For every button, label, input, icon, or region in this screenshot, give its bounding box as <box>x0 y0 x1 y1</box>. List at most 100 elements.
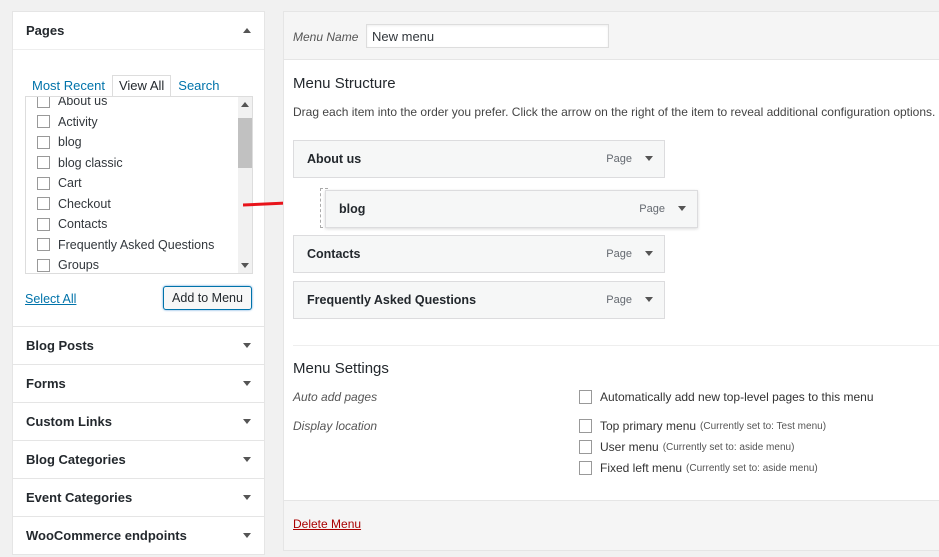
page-checkbox[interactable] <box>37 238 50 252</box>
location-fixed-left[interactable]: Fixed left menu (Currently set to: aside… <box>579 461 818 475</box>
location-checkbox[interactable] <box>579 461 592 475</box>
accordion-event-categories[interactable]: Event Categories <box>12 479 265 517</box>
accordion-title: Custom Links <box>26 414 112 429</box>
location-note: (Currently set to: aside menu) <box>686 462 818 474</box>
menu-name-label: Menu Name <box>293 30 359 44</box>
expand-arrow-icon[interactable] <box>243 343 251 348</box>
page-label: Checkout <box>58 196 111 211</box>
page-checkbox[interactable] <box>37 176 50 190</box>
page-label: Groups <box>58 258 99 273</box>
menu-item-type: Page <box>606 294 632 306</box>
menu-item-blog-dragging[interactable]: blog Page <box>325 190 698 228</box>
page-label: About us <box>58 96 108 109</box>
location-user-menu[interactable]: User menu (Currently set to: aside menu) <box>579 440 794 454</box>
page-checkbox[interactable] <box>37 217 50 231</box>
location-label: Fixed left menu <box>600 461 683 475</box>
accordion-custom-links[interactable]: Custom Links <box>12 403 265 441</box>
page-checkbox[interactable] <box>37 156 50 170</box>
page-label: blog <box>58 135 82 150</box>
pages-checklist: About us Activity blog blog classic Cart… <box>25 96 253 274</box>
scroll-down-icon[interactable] <box>241 263 249 268</box>
accordion-woocommerce-endpoints[interactable]: WooCommerce endpoints <box>12 517 265 555</box>
expand-arrow-icon[interactable] <box>243 457 251 462</box>
item-toggle-arrow-icon[interactable] <box>645 297 653 302</box>
menu-structure-description: Drag each item into the order you prefer… <box>293 105 936 119</box>
list-item[interactable]: Checkout <box>26 194 238 215</box>
menu-settings-title: Menu Settings <box>293 360 389 377</box>
menu-item-faq[interactable]: Frequently Asked Questions Page <box>293 281 665 319</box>
expand-arrow-icon[interactable] <box>243 533 251 538</box>
accordion-title: Event Categories <box>26 490 133 505</box>
add-menu-items-column: Pages Most Recent View All Search About … <box>12 11 265 555</box>
location-note: (Currently set to: aside menu) <box>662 441 795 453</box>
location-label: User menu <box>600 440 659 454</box>
menu-header: Menu Name <box>284 12 939 60</box>
location-checkbox[interactable] <box>579 440 592 454</box>
list-item[interactable]: Activity <box>26 112 238 133</box>
collapse-arrow-icon[interactable] <box>243 28 251 33</box>
accordion-blog-categories[interactable]: Blog Categories <box>12 441 265 479</box>
item-toggle-arrow-icon[interactable] <box>645 156 653 161</box>
tab-view-all[interactable]: View All <box>111 75 172 97</box>
menu-item-title: About us <box>307 152 362 166</box>
menu-footer: Delete Menu <box>284 500 939 550</box>
location-label: Top primary menu <box>600 419 697 433</box>
expand-arrow-icon[interactable] <box>243 419 251 424</box>
menu-item-type: Page <box>639 203 665 215</box>
display-location-label: Display location <box>293 419 378 433</box>
item-toggle-arrow-icon[interactable] <box>645 251 653 256</box>
list-item[interactable]: Cart <box>26 173 238 194</box>
page-checkbox[interactable] <box>37 115 50 129</box>
section-divider <box>293 345 939 346</box>
pages-tabs: Most Recent View All Search <box>25 75 226 97</box>
auto-add-pages-label: Auto add pages <box>293 390 378 404</box>
page-label: Frequently Asked Questions <box>58 237 215 252</box>
auto-add-checkbox[interactable] <box>579 390 592 404</box>
list-item[interactable]: Groups <box>26 255 238 273</box>
accordion-forms[interactable]: Forms <box>12 365 265 403</box>
menu-item-about-us[interactable]: About us Page <box>293 140 665 178</box>
list-item[interactable]: blog classic <box>26 153 238 174</box>
tab-most-recent[interactable]: Most Recent <box>25 75 112 97</box>
pages-panel-title: Pages <box>26 23 65 38</box>
page-checkbox[interactable] <box>37 258 50 272</box>
accordion-title: Forms <box>26 376 66 391</box>
delete-menu-link[interactable]: Delete Menu <box>293 517 361 531</box>
location-note: (Currently set to: Test menu) <box>700 420 827 432</box>
menu-item-type: Page <box>606 248 632 260</box>
location-top-primary[interactable]: Top primary menu (Currently set to: Test… <box>579 419 826 433</box>
menu-item-type: Page <box>606 153 632 165</box>
item-toggle-arrow-icon[interactable] <box>678 206 686 211</box>
expand-arrow-icon[interactable] <box>243 381 251 386</box>
auto-add-option[interactable]: Automatically add new top-level pages to… <box>579 390 874 404</box>
accordion-title: Blog Categories <box>26 452 126 467</box>
list-item[interactable]: blog <box>26 132 238 153</box>
auto-add-option-label: Automatically add new top-level pages to… <box>600 390 874 404</box>
pages-panel: Pages Most Recent View All Search About … <box>12 11 265 327</box>
menu-item-contacts[interactable]: Contacts Page <box>293 235 665 273</box>
page-checkbox[interactable] <box>37 97 50 108</box>
menu-name-input[interactable] <box>366 24 609 48</box>
page-label: blog classic <box>58 155 123 170</box>
select-all-link[interactable]: Select All <box>25 292 76 306</box>
scroll-thumb[interactable] <box>238 118 252 168</box>
add-to-menu-button[interactable]: Add to Menu <box>163 286 252 310</box>
menu-structure-title: Menu Structure <box>293 75 396 92</box>
list-item[interactable]: About us <box>26 96 238 112</box>
location-checkbox[interactable] <box>579 419 592 433</box>
tab-search[interactable]: Search <box>171 75 226 97</box>
pages-panel-header[interactable]: Pages <box>13 12 264 50</box>
list-item[interactable]: Contacts <box>26 214 238 235</box>
page-label: Contacts <box>58 217 108 232</box>
page-checkbox[interactable] <box>37 197 50 211</box>
menu-item-title: blog <box>339 202 366 216</box>
menu-item-title: Frequently Asked Questions <box>307 293 477 307</box>
expand-arrow-icon[interactable] <box>243 495 251 500</box>
page-label: Activity <box>58 114 98 129</box>
menu-edit-panel: Menu Name Menu Structure Drag each item … <box>283 11 939 551</box>
page-checkbox[interactable] <box>37 135 50 149</box>
checklist-scrollbar[interactable] <box>238 97 252 273</box>
scroll-up-icon[interactable] <box>241 102 249 107</box>
list-item[interactable]: Frequently Asked Questions <box>26 235 238 256</box>
accordion-blog-posts[interactable]: Blog Posts <box>12 327 265 365</box>
